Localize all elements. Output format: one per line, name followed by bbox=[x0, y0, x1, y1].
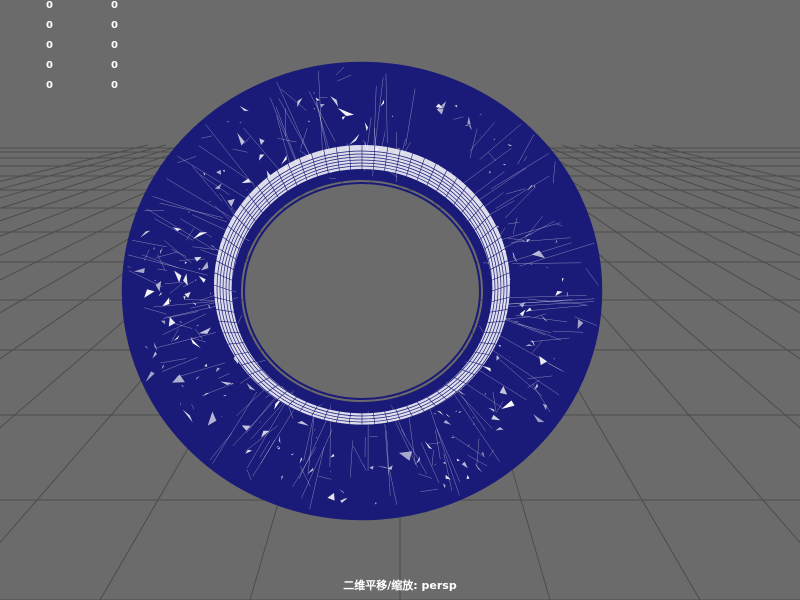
hud-stat-row-3: 0 0 bbox=[0, 60, 160, 76]
viewport-status-label: 二维平移/缩放: persp bbox=[343, 579, 457, 592]
hud-stat-value: 0 bbox=[46, 80, 53, 91]
hud-stat-value: 0 bbox=[46, 60, 53, 71]
hud-stat-row-1: 0 0 bbox=[0, 20, 160, 36]
hud-stat-value: 0 bbox=[111, 20, 118, 31]
perspective-viewport[interactable]: 0 0 0 0 0 0 0 0 0 0 二维平移/缩放: persp bbox=[0, 0, 800, 600]
hud-stat-value: 0 bbox=[46, 40, 53, 51]
hud-stat-value: 0 bbox=[46, 20, 53, 31]
hud-stat-value: 0 bbox=[111, 80, 118, 91]
hud-stat-row-2: 0 0 bbox=[0, 40, 160, 56]
hud-stat-row-0: 0 0 bbox=[0, 0, 160, 16]
hud-stat-row-4: 0 0 bbox=[0, 80, 160, 96]
hud-stat-value: 0 bbox=[111, 0, 118, 11]
hud-stat-value: 0 bbox=[111, 40, 118, 51]
hud-stat-value: 0 bbox=[46, 0, 53, 11]
hud-stat-value: 0 bbox=[111, 60, 118, 71]
torus-wireframe-mesh-icon[interactable] bbox=[121, 61, 603, 521]
